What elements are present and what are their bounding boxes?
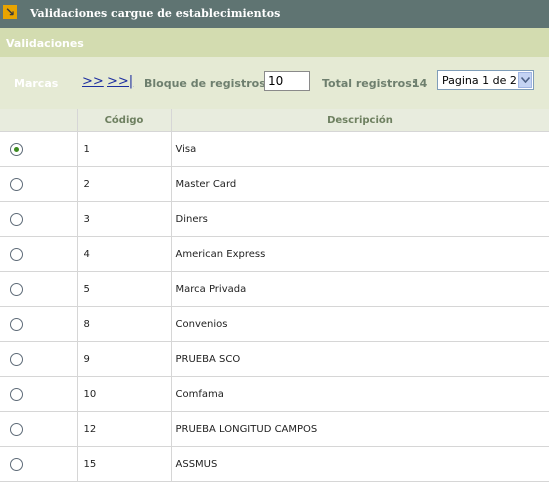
row-select-cell [0, 341, 78, 377]
descripcion-cell: PRUEBA SCO [171, 341, 549, 377]
row-select-radio[interactable] [10, 247, 23, 261]
row-select-radio[interactable] [10, 387, 23, 401]
bloque-label: Bloque de registros: [144, 77, 271, 90]
row-select-cell [0, 236, 78, 272]
row-select-cell [0, 201, 78, 237]
paging-toolbar: Marcas >> >>| Bloque de registros: Total… [0, 57, 549, 109]
arrow-down-right-icon: ↘ [3, 5, 17, 19]
descripcion-cell: ASSMUS [171, 446, 549, 482]
row-select-radio[interactable] [10, 177, 23, 191]
codigo-cell: 1 [77, 131, 172, 167]
codigo-cell: 10 [77, 376, 172, 412]
descripcion-cell: American Express [171, 236, 549, 272]
last-page-link[interactable]: >>| [107, 74, 133, 89]
row-select-cell [0, 131, 78, 167]
row-select-cell [0, 411, 78, 447]
descripcion-cell: Diners [171, 201, 549, 237]
row-select-cell [0, 376, 78, 412]
chevron-down-icon[interactable] [518, 72, 532, 88]
row-select-radio[interactable] [10, 457, 23, 471]
page-select[interactable]: Pagina 1 de 2 [437, 70, 534, 90]
row-select-cell [0, 306, 78, 342]
table-row[interactable]: 1 Visa [0, 131, 549, 167]
table-row[interactable]: 2 Master Card [0, 166, 549, 202]
table-row[interactable]: 15 ASSMUS [0, 446, 549, 482]
descripcion-cell: Convenios [171, 306, 549, 342]
row-select-cell [0, 271, 78, 307]
establecimientos-table: Código Descripción 1 Visa 2 Master Card 3 Din… [0, 109, 549, 482]
page-select-value: Pagina 1 de 2 [442, 74, 517, 87]
row-select-cell [0, 166, 78, 202]
total-label: Total registros: [322, 77, 417, 90]
window-title: Validaciones cargue de establecimientos [30, 7, 281, 20]
codigo-cell: 5 [77, 271, 172, 307]
bloque-registros-input[interactable] [264, 71, 310, 91]
window-titlebar: ↘ Validaciones cargue de establecimiento… [0, 0, 549, 28]
table-row[interactable]: 9 PRUEBA SCO [0, 341, 549, 377]
descripcion-cell: Master Card [171, 166, 549, 202]
row-select-radio[interactable] [10, 142, 23, 156]
codigo-cell: 2 [77, 166, 172, 202]
codigo-cell: 9 [77, 341, 172, 377]
total-count: 14 [412, 77, 428, 90]
table-row[interactable]: 5 Marca Privada [0, 271, 549, 307]
table-row[interactable]: 10 Comfama [0, 376, 549, 412]
codigo-cell: 3 [77, 201, 172, 237]
descripcion-cell: Comfama [171, 376, 549, 412]
row-select-radio[interactable] [10, 352, 23, 366]
codigo-cell: 4 [77, 236, 172, 272]
table-row[interactable]: 4 American Express [0, 236, 549, 272]
descripcion-cell: Marca Privada [171, 271, 549, 307]
column-header-descripcion[interactable]: Descripción [171, 109, 549, 132]
row-select-radio[interactable] [10, 317, 23, 331]
table-header-row: Código Descripción [0, 109, 549, 132]
descripcion-cell: PRUEBA LONGITUD CAMPOS [171, 411, 549, 447]
row-select-cell [0, 446, 78, 482]
column-header-select [0, 109, 78, 132]
codigo-cell: 12 [77, 411, 172, 447]
codigo-cell: 8 [77, 306, 172, 342]
next-page-link[interactable]: >> [82, 74, 104, 89]
marcas-label: Marcas [14, 77, 59, 90]
table-row[interactable]: 8 Convenios [0, 306, 549, 342]
row-select-radio[interactable] [10, 282, 23, 296]
section-title: Validaciones [6, 37, 84, 50]
row-select-radio[interactable] [10, 422, 23, 436]
table-row[interactable]: 3 Diners [0, 201, 549, 237]
table-row[interactable]: 12 PRUEBA LONGITUD CAMPOS [0, 411, 549, 447]
codigo-cell: 15 [77, 446, 172, 482]
row-select-radio[interactable] [10, 212, 23, 226]
section-header: Validaciones [0, 28, 549, 57]
column-header-codigo[interactable]: Código [77, 109, 172, 132]
descripcion-cell: Visa [171, 131, 549, 167]
